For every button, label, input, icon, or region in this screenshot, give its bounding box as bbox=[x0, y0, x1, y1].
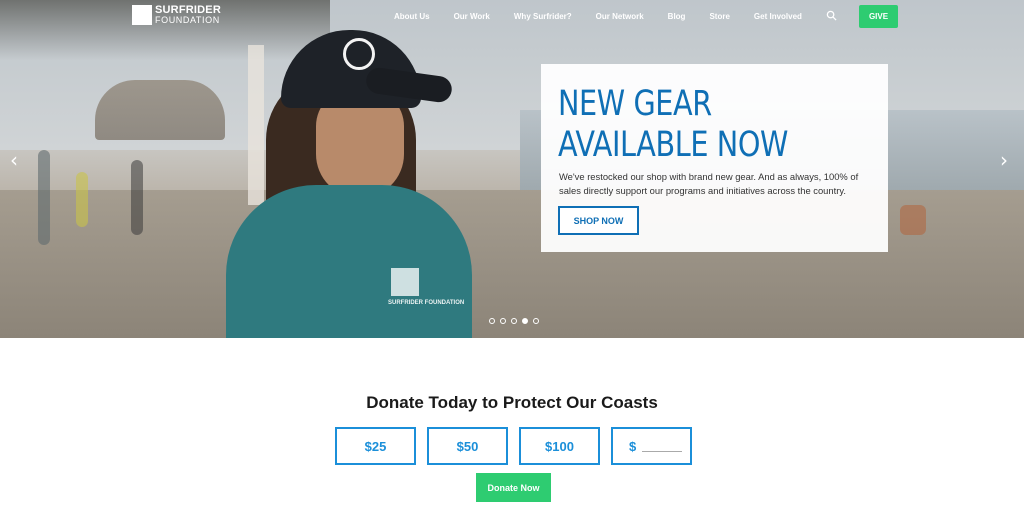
give-button[interactable]: GIVE bbox=[859, 5, 898, 28]
sweater-text: SURFRIDER FOUNDATION bbox=[388, 300, 465, 306]
donate-now-button[interactable]: Donate Now bbox=[476, 473, 551, 502]
cap-logo-icon bbox=[343, 38, 375, 70]
beachgoer bbox=[131, 160, 143, 235]
top-nav: SURFRIDER FOUNDATION About Us Our Work W… bbox=[0, 0, 1024, 34]
logo-top: SURFRIDER bbox=[155, 4, 221, 16]
donate-title: Donate Today to Protect Our Coasts bbox=[366, 393, 658, 412]
nav-store[interactable]: Store bbox=[709, 12, 729, 21]
slider-dot[interactable] bbox=[500, 318, 506, 324]
hero-slider: SURFRIDER FOUNDATION SURFRIDER FOUNDATIO… bbox=[0, 0, 1024, 338]
logo-mark-icon bbox=[132, 5, 152, 25]
chevron-left-icon[interactable]: ‹ bbox=[10, 148, 18, 172]
hero-body: We've restocked our shop with brand new … bbox=[559, 171, 859, 196]
custom-amount-underline bbox=[642, 450, 683, 452]
sweater-logo-icon bbox=[391, 268, 419, 296]
beachgoer bbox=[900, 205, 926, 235]
search-icon[interactable] bbox=[826, 10, 837, 21]
nav-why-surfrider[interactable]: Why Surfrider? bbox=[514, 12, 572, 21]
chevron-right-icon[interactable]: › bbox=[1000, 148, 1008, 172]
nav-menu: About Us Our Work Why Surfrider? Our Net… bbox=[394, 12, 802, 21]
logo-bottom: FOUNDATION bbox=[155, 15, 220, 25]
slider-dots bbox=[489, 318, 544, 324]
nav-our-network[interactable]: Our Network bbox=[596, 12, 644, 21]
hero-card: NEW GEAR AVAILABLE NOW We've restocked o… bbox=[541, 64, 888, 252]
amount-50-button[interactable]: $50 bbox=[427, 427, 508, 465]
amount-100-button[interactable]: $100 bbox=[519, 427, 600, 465]
logo-text: SURFRIDER FOUNDATION bbox=[155, 4, 221, 26]
site-logo[interactable]: SURFRIDER FOUNDATION bbox=[132, 5, 221, 25]
hero-title: NEW GEAR AVAILABLE NOW bbox=[558, 84, 789, 165]
slider-dot[interactable] bbox=[489, 318, 495, 324]
donation-amounts: $25 $50 $100 $ bbox=[335, 427, 692, 465]
beachgoer bbox=[38, 150, 50, 245]
shop-now-button[interactable]: SHOP NOW bbox=[558, 206, 639, 235]
nav-blog[interactable]: Blog bbox=[668, 12, 686, 21]
nav-get-involved[interactable]: Get Involved bbox=[754, 12, 802, 21]
person-sweater bbox=[226, 185, 472, 338]
beachgoer bbox=[76, 172, 88, 227]
slider-dot-active[interactable] bbox=[522, 318, 528, 324]
slider-dot[interactable] bbox=[511, 318, 517, 324]
currency-prefix: $ bbox=[629, 438, 637, 454]
beach-hut bbox=[95, 80, 225, 140]
nav-about-us[interactable]: About Us bbox=[394, 12, 430, 21]
nav-our-work[interactable]: Our Work bbox=[454, 12, 490, 21]
custom-amount-input[interactable]: $ bbox=[611, 427, 692, 465]
hero-person: SURFRIDER FOUNDATION bbox=[226, 30, 476, 338]
amount-25-button[interactable]: $25 bbox=[335, 427, 416, 465]
slider-dot[interactable] bbox=[533, 318, 539, 324]
